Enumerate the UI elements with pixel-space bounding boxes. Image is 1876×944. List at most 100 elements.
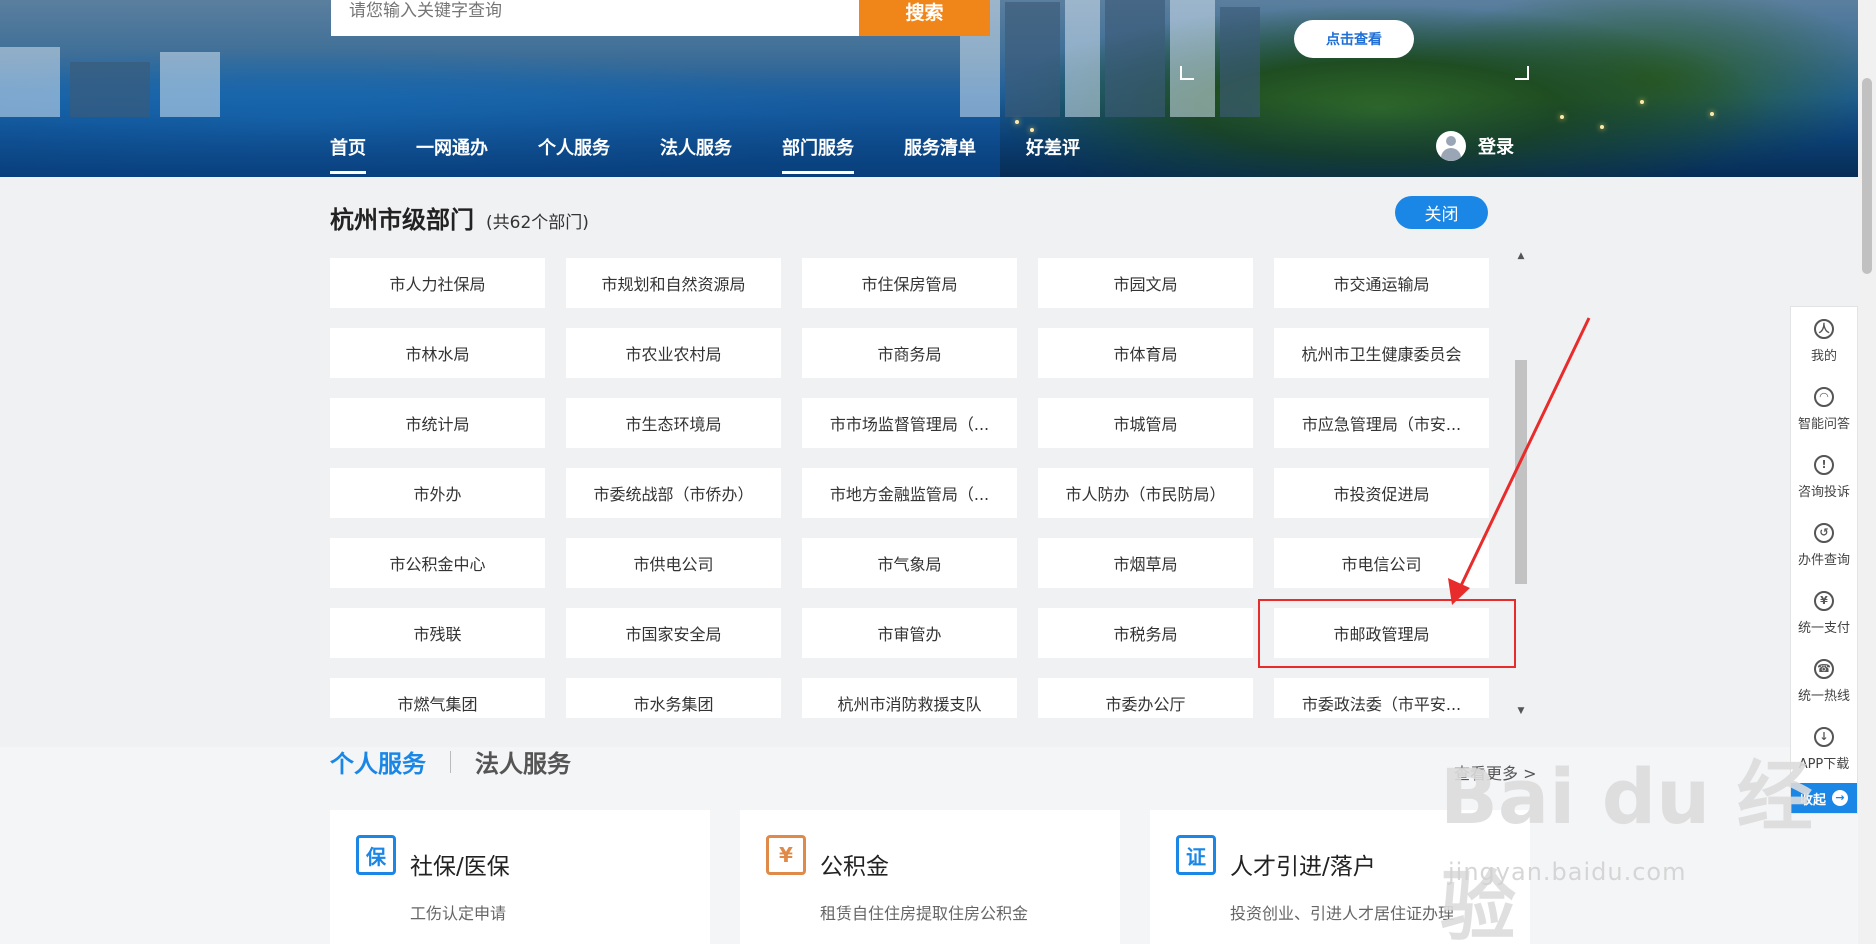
click-view-button[interactable]: 点击查看: [1294, 20, 1414, 58]
department-item[interactable]: 市公积金中心: [330, 538, 545, 588]
department-item[interactable]: 市市场监督管理局（...: [802, 398, 1017, 448]
department-item[interactable]: 市委统战部（市侨办）: [566, 468, 781, 518]
city-light: [1560, 115, 1564, 119]
panel-title: 杭州市级部门 (共62个部门): [330, 200, 589, 235]
sidebar-item[interactable]: 人我的: [1791, 307, 1857, 375]
sidebar-item[interactable]: ◠ 智能问答: [1791, 375, 1857, 443]
skyline-building: [0, 47, 60, 117]
card-subtitle[interactable]: 租赁自住住房提取住房公积金: [820, 900, 1028, 924]
department-item[interactable]: 市林水局: [330, 328, 545, 378]
department-item[interactable]: 市人力社保局: [330, 258, 545, 308]
department-item[interactable]: 市委办公厅: [1038, 678, 1253, 718]
department-item[interactable]: 市交通运输局: [1274, 258, 1489, 308]
sidebar-item[interactable]: ☎ 统一热线: [1791, 647, 1857, 715]
nav-item-corporate[interactable]: 法人服务: [660, 134, 732, 174]
department-item[interactable]: 市残联: [330, 608, 545, 658]
department-item[interactable]: 市农业农村局: [566, 328, 781, 378]
city-light: [1600, 125, 1604, 129]
sidebar-item-label: 咨询投诉: [1797, 484, 1850, 500]
department-item[interactable]: 杭州市消防救援支队: [802, 678, 1017, 718]
nav-item-department[interactable]: 部门服务: [782, 134, 854, 174]
department-item[interactable]: 市规划和自然资源局: [566, 258, 781, 308]
card-title: 社保/医保: [410, 854, 510, 880]
close-button[interactable]: 关闭: [1395, 196, 1488, 229]
card-subtitle[interactable]: 工伤认定申请: [410, 900, 506, 924]
tab-corporate-service[interactable]: 法人服务: [475, 744, 571, 779]
sidebar-item-label: 智能问答: [1797, 416, 1850, 432]
skyline-building: [1005, 2, 1060, 117]
card-subtitle[interactable]: 投资创业、引进人才居住证办理: [1230, 900, 1454, 924]
sidebar-item-label: 统一热线: [1797, 688, 1850, 704]
skyline-building: [160, 52, 220, 117]
social-security-icon: 保: [356, 835, 396, 875]
city-light: [1710, 112, 1714, 116]
service-card[interactable]: 保 社保/医保 工伤认定申请: [330, 810, 710, 944]
sidebar-item[interactable]: ! 咨询投诉: [1791, 443, 1857, 511]
department-item[interactable]: 市供电公司: [566, 538, 781, 588]
history-icon: ↺: [1814, 522, 1834, 543]
skyline-building: [1105, 0, 1165, 117]
highlight-box: [1258, 599, 1516, 668]
page-scroll-thumb[interactable]: [1862, 78, 1872, 274]
department-item[interactable]: 市人防办（市民防局）: [1038, 468, 1253, 518]
city-light: [1640, 100, 1644, 104]
nav-item-review[interactable]: 好差评: [1026, 134, 1080, 174]
department-item[interactable]: 市税务局: [1038, 608, 1253, 658]
sidebar-item-label: 我的: [1810, 348, 1837, 364]
phone-icon: ☎: [1814, 658, 1834, 679]
baidu-watermark: Bai du 经验: [1440, 752, 1813, 944]
sidebar-item[interactable]: ¥ 统一支付: [1791, 579, 1857, 647]
department-item[interactable]: 市城管局: [1038, 398, 1253, 448]
sidebar-item-label: 办件查询: [1797, 552, 1850, 568]
city-light: [1015, 120, 1019, 124]
alert-shield-icon: !: [1814, 454, 1834, 475]
department-item[interactable]: 市电信公司: [1274, 538, 1489, 588]
department-item[interactable]: 市委政法委（市平安...: [1274, 678, 1489, 718]
department-item[interactable]: 市国家安全局: [566, 608, 781, 658]
main-nav: 首页 一网通办 个人服务 法人服务 部门服务 服务清单 好差评: [330, 134, 1130, 174]
card-title: 人才引进/落户: [1230, 854, 1376, 880]
scroll-thumb[interactable]: [1515, 360, 1527, 584]
nav-item-one-stop[interactable]: 一网通办: [416, 134, 488, 174]
nav-item-home[interactable]: 首页: [330, 134, 366, 174]
scroll-down-arrow-icon[interactable]: ▼: [1515, 705, 1527, 717]
city-light: [1030, 128, 1034, 132]
department-item[interactable]: 市水务集团: [566, 678, 781, 718]
tab-personal-service[interactable]: 个人服务: [330, 744, 426, 779]
department-item[interactable]: 市地方金融监管局（...: [802, 468, 1017, 518]
department-item[interactable]: 市审管办: [802, 608, 1017, 658]
department-item[interactable]: 市投资促进局: [1274, 468, 1489, 518]
talent-id-icon: 证: [1176, 835, 1216, 875]
service-card[interactable]: ¥ 公积金 租赁自住住房提取住房公积金: [740, 810, 1120, 944]
scroll-up-arrow-icon[interactable]: ▲: [1515, 250, 1527, 262]
department-item[interactable]: 市应急管理局（市安...: [1274, 398, 1489, 448]
department-title: 杭州市级部门: [330, 206, 474, 234]
service-tabs: 个人服务 法人服务: [330, 744, 571, 779]
login-label: 登录: [1478, 137, 1514, 158]
department-item[interactable]: 市商务局: [802, 328, 1017, 378]
department-item[interactable]: 市园文局: [1038, 258, 1253, 308]
department-item[interactable]: 市气象局: [802, 538, 1017, 588]
frame-corner: [1180, 66, 1194, 80]
department-item[interactable]: 市体育局: [1038, 328, 1253, 378]
card-title: 公积金: [820, 854, 889, 880]
department-item[interactable]: 市住保房管局: [802, 258, 1017, 308]
nav-item-personal[interactable]: 个人服务: [538, 134, 610, 174]
search-button[interactable]: 搜索: [859, 0, 990, 36]
person-icon: 人: [1814, 318, 1834, 339]
nav-item-service-list[interactable]: 服务清单: [904, 134, 976, 174]
user-avatar-icon: [1436, 131, 1466, 161]
department-item[interactable]: 杭州市卫生健康委员会: [1274, 328, 1489, 378]
header-banner: 搜索 点击查看 首页 一网通办 个人服务 法人服务 部门服务 服务清单 好差评 …: [0, 0, 1858, 177]
department-item[interactable]: 市统计局: [330, 398, 545, 448]
skyline-building: [1170, 0, 1215, 117]
department-item[interactable]: 市燃气集团: [330, 678, 545, 718]
panel-scrollbar[interactable]: ▲ ▼: [1515, 250, 1527, 717]
department-item[interactable]: 市烟草局: [1038, 538, 1253, 588]
department-count: (共62个部门): [486, 213, 589, 233]
department-item[interactable]: 市生态环境局: [566, 398, 781, 448]
search-input[interactable]: [331, 0, 859, 36]
login-button[interactable]: 登录: [1436, 131, 1514, 161]
department-item[interactable]: 市外办: [330, 468, 545, 518]
sidebar-item[interactable]: ↺ 办件查询: [1791, 511, 1857, 579]
